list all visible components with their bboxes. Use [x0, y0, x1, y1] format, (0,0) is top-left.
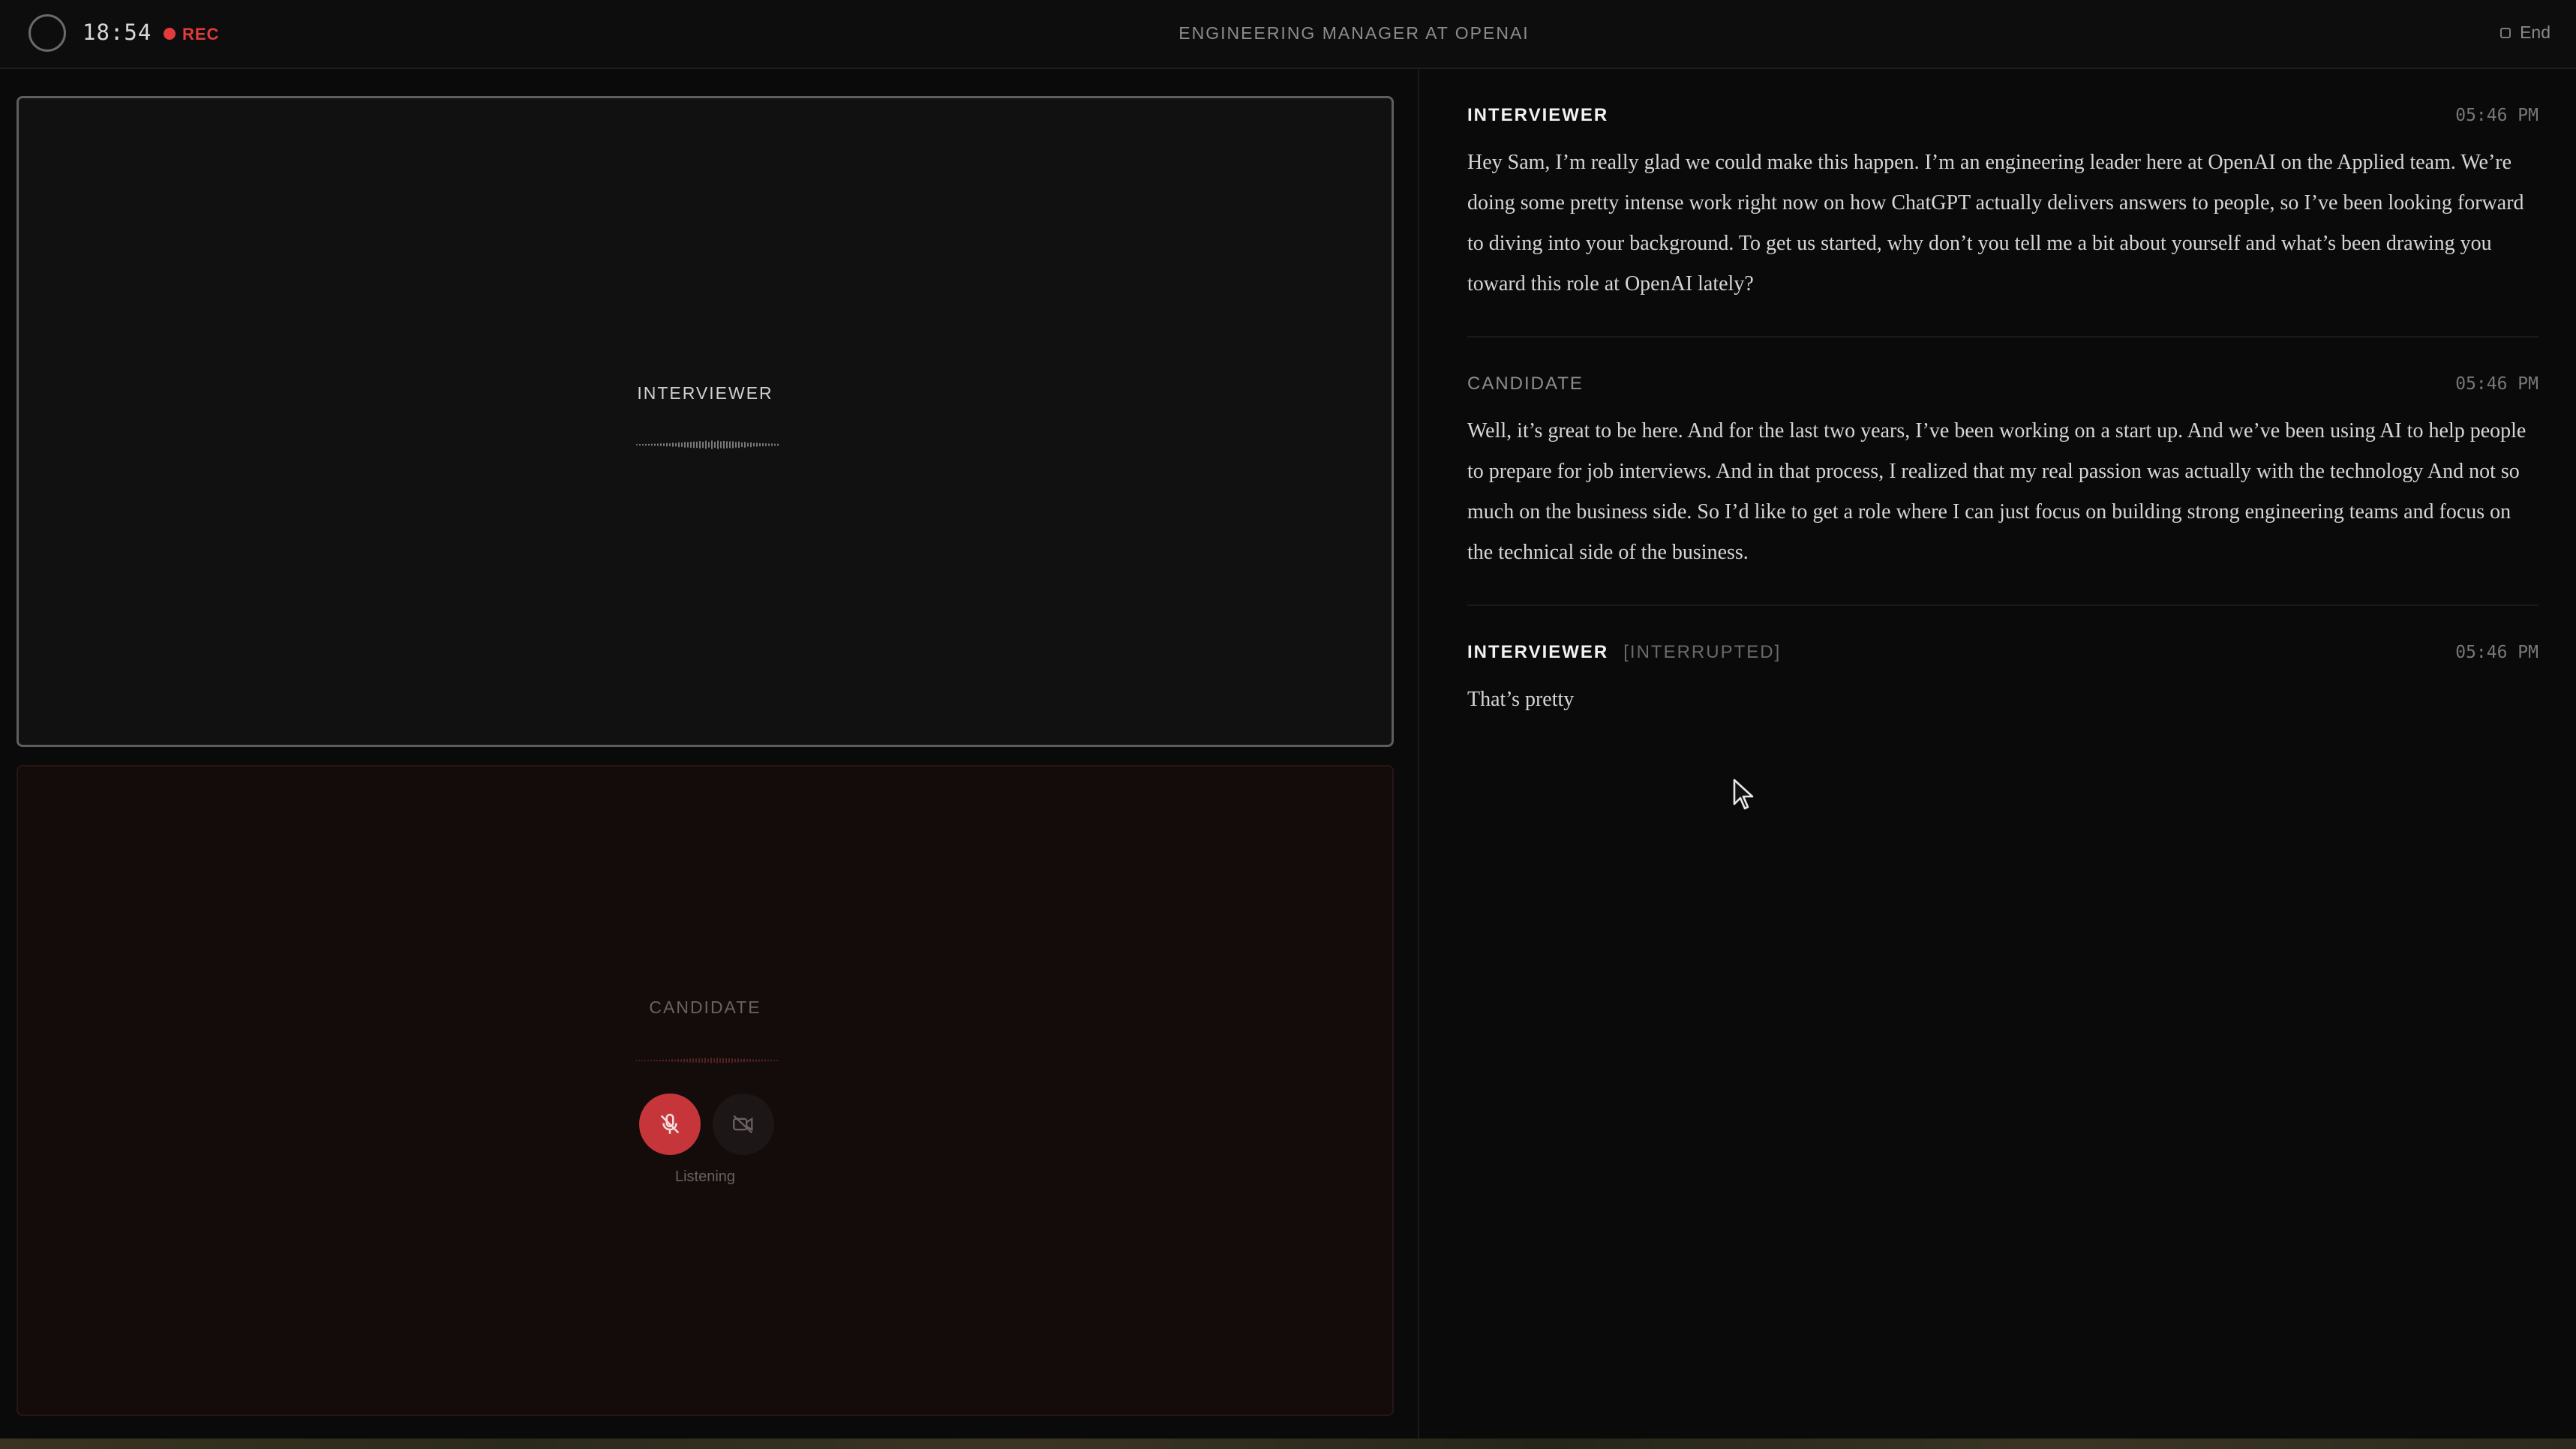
- panel-divider: [1418, 69, 1419, 1438]
- timestamp: 05:46 PM: [2455, 374, 2538, 394]
- candidate-video-panel: CANDIDATE Listening: [17, 765, 1394, 1416]
- top-bar: 18:54 REC ENGINEERING MANAGER AT OPENAI …: [0, 0, 2576, 69]
- mic-toggle-button[interactable]: [639, 1094, 701, 1155]
- end-button[interactable]: End: [2500, 22, 2550, 43]
- end-button-label: End: [2520, 22, 2550, 42]
- timestamp: 05:46 PM: [2455, 643, 2538, 662]
- page-title: ENGINEERING MANAGER AT OPENAI: [1178, 23, 1530, 43]
- speaker-label: CANDIDATE: [1467, 374, 1584, 394]
- speaker-label: INTERVIEWER: [1467, 642, 1609, 662]
- stop-square-icon: [2500, 27, 2511, 38]
- desktop-edge: [0, 1438, 2576, 1449]
- candidate-status: Listening: [674, 1168, 736, 1185]
- timestamp: 05:46 PM: [2455, 106, 2538, 125]
- candidate-label: CANDIDATE: [649, 998, 761, 1017]
- transcript-panel: INTERVIEWER 05:46 PM Hey Sam, I’m really…: [1467, 69, 2538, 752]
- interviewer-audio-waveform: [636, 440, 779, 449]
- transcript-entry: INTERVIEWER 05:46 PM Hey Sam, I’m really…: [1467, 69, 2538, 338]
- transcript-entry: INTERVIEWER [INTERRUPTED] 05:46 PM That’…: [1467, 606, 2538, 752]
- camera-off-icon: [733, 1114, 753, 1134]
- transcript-text: Well, it’s great to be here. And for the…: [1467, 419, 2526, 564]
- transcript-entry: CANDIDATE 05:46 PM Well, it’s great to b…: [1467, 338, 2538, 606]
- mouse-cursor-icon: [1733, 778, 1754, 810]
- candidate-audio-waveform: [635, 1058, 778, 1064]
- camera-toggle-button[interactable]: [713, 1094, 774, 1155]
- transcript-text: That’s pretty: [1467, 688, 1575, 711]
- interviewer-video-panel: INTERVIEWER: [17, 96, 1394, 747]
- media-controls: [639, 1094, 774, 1155]
- interrupted-tag: [INTERRUPTED]: [1623, 642, 1782, 662]
- mic-off-icon: [660, 1113, 680, 1134]
- speaker-label: INTERVIEWER: [1467, 105, 1609, 125]
- transcript-text: Hey Sam, I’m really glad we could make t…: [1467, 151, 2524, 296]
- interviewer-label: INTERVIEWER: [637, 383, 773, 403]
